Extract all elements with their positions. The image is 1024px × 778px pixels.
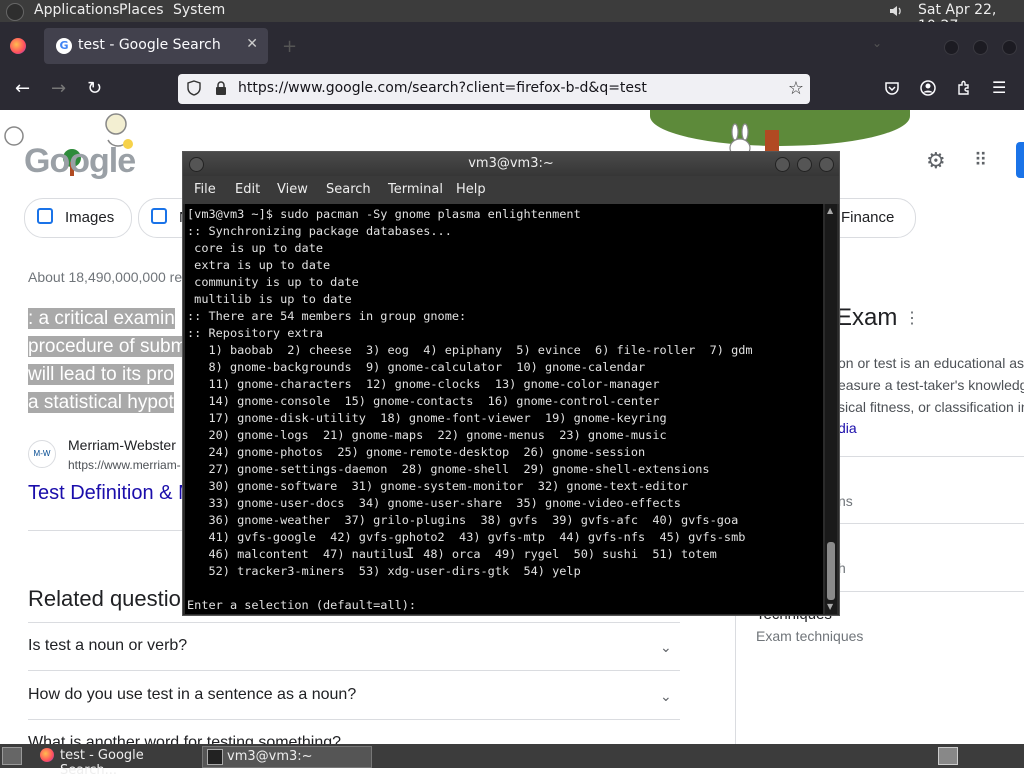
faq-question[interactable]: What is another word for testing somethi… bbox=[28, 734, 341, 744]
chevron-down-icon[interactable]: ⌄ bbox=[660, 688, 672, 705]
reload-button[interactable]: ↻ bbox=[87, 78, 102, 99]
google-favicon-icon: G bbox=[56, 38, 72, 54]
mouse-ibeam-cursor-icon: I bbox=[406, 546, 415, 562]
sign-in-button[interactable] bbox=[1016, 142, 1024, 178]
tab-close-icon[interactable]: ✕ bbox=[246, 36, 258, 52]
taskbar-item-terminal[interactable]: vm3@vm3:~ bbox=[202, 746, 372, 768]
applications-menu[interactable]: Applications bbox=[34, 2, 120, 18]
snippet-line: will lead to its pro bbox=[28, 364, 174, 385]
google-logo[interactable]: Google bbox=[24, 142, 136, 181]
terminal-scrollbar[interactable]: ▲ ▼ bbox=[825, 204, 837, 614]
terminal-titlebar[interactable]: vm3@vm3:~ bbox=[183, 152, 839, 176]
divider bbox=[28, 530, 182, 531]
volume-icon[interactable] bbox=[888, 3, 904, 19]
merriam-webster-favicon-icon: M-W bbox=[28, 440, 56, 468]
news-icon bbox=[151, 208, 167, 224]
firefox-icon bbox=[40, 748, 54, 762]
new-tab-button[interactable]: + bbox=[282, 36, 297, 57]
chip-finance-label: Finance bbox=[841, 209, 895, 226]
divider bbox=[28, 622, 680, 623]
tracking-shield-icon[interactable] bbox=[186, 80, 202, 96]
knowledge-panel-item[interactable]: ns bbox=[838, 493, 853, 509]
terminal-close-button[interactable] bbox=[819, 157, 834, 172]
source-name[interactable]: Merriam-Webster bbox=[68, 437, 176, 453]
techniques-subtitle: Exam techniques bbox=[756, 628, 864, 644]
more-options-icon[interactable]: ⋮ bbox=[904, 308, 920, 328]
terminal-output-area[interactable]: [vm3@vm3 ~]$ sudo pacman -Sy gnome plasm… bbox=[185, 204, 823, 614]
window-menu-button[interactable] bbox=[189, 157, 204, 172]
taskbar-label: test - Google Search... bbox=[60, 748, 144, 778]
results-count: About 18,490,000,000 re bbox=[28, 269, 183, 285]
google-doodle[interactable]: Google bbox=[0, 110, 150, 190]
related-questions-heading: Related questio bbox=[28, 586, 181, 611]
chip-images[interactable]: Images bbox=[24, 198, 132, 238]
pocket-icon[interactable] bbox=[884, 80, 900, 96]
terminal-output[interactable]: [vm3@vm3 ~]$ sudo pacman -Sy gnome plasm… bbox=[185, 204, 823, 614]
image-icon bbox=[37, 208, 53, 224]
faq-question[interactable]: How do you use test in a sentence as a n… bbox=[28, 686, 356, 704]
knowledge-panel-text: easure a test-taker's knowledg bbox=[838, 377, 1024, 393]
terminal-minimize-button[interactable] bbox=[775, 157, 790, 172]
divider bbox=[28, 719, 680, 720]
snippet-line: : a critical examin bbox=[28, 308, 175, 329]
tab-google-search[interactable]: G test - Google Search ✕ bbox=[44, 28, 268, 64]
knowledge-panel-text: sical fitness, or classification in bbox=[838, 399, 1024, 415]
gnome-foot-icon[interactable] bbox=[6, 3, 24, 21]
knowledge-panel-text: on or test is an educational ass bbox=[838, 355, 1024, 371]
google-apps-icon[interactable]: ⠿ bbox=[974, 150, 987, 171]
menu-view[interactable]: View bbox=[277, 182, 308, 197]
menu-file[interactable]: File bbox=[194, 182, 216, 197]
show-desktop-button[interactable] bbox=[2, 747, 22, 765]
snippet-line: a statistical hypot bbox=[28, 392, 174, 413]
scrollbar-thumb[interactable] bbox=[827, 542, 835, 600]
scroll-down-icon[interactable]: ▼ bbox=[827, 602, 833, 611]
settings-gear-icon[interactable]: ⚙ bbox=[926, 148, 946, 174]
maximize-button[interactable] bbox=[973, 40, 988, 55]
faq-question[interactable]: Is test a noun or verb? bbox=[28, 637, 187, 655]
minimize-button[interactable] bbox=[944, 40, 959, 55]
bottom-panel: test - Google Search... vm3@vm3:~ bbox=[0, 744, 1024, 778]
taskbar-item-firefox[interactable]: test - Google Search... bbox=[36, 746, 200, 778]
account-icon[interactable] bbox=[920, 80, 936, 96]
knowledge-panel-title: Exam bbox=[836, 304, 898, 331]
back-button[interactable]: ← bbox=[15, 78, 30, 99]
terminal-icon bbox=[207, 749, 223, 765]
list-all-tabs-icon[interactable]: ⌄ bbox=[872, 36, 882, 50]
menu-edit[interactable]: Edit bbox=[235, 182, 260, 197]
doodle-tree bbox=[650, 110, 910, 146]
lock-icon[interactable] bbox=[214, 80, 228, 96]
snippet-line: procedure of subm bbox=[28, 336, 187, 357]
url-bar[interactable]: https://www.google.com/search?client=fir… bbox=[178, 74, 810, 104]
url-text[interactable]: https://www.google.com/search?client=fir… bbox=[238, 80, 647, 96]
menu-terminal[interactable]: Terminal bbox=[388, 182, 443, 197]
chevron-down-icon[interactable]: ⌄ bbox=[660, 736, 672, 744]
scroll-up-icon[interactable]: ▲ bbox=[827, 206, 833, 215]
result-title-link[interactable]: Test Definition & M bbox=[28, 482, 195, 505]
firefox-navbar: ← → ↻ https://www.google.com/search?clie… bbox=[0, 70, 1024, 110]
system-menu[interactable]: System bbox=[173, 2, 225, 18]
places-menu[interactable]: Places bbox=[119, 2, 164, 18]
workspace-switcher[interactable] bbox=[938, 747, 958, 765]
terminal-window[interactable]: vm3@vm3:~ File Edit View Search Terminal… bbox=[182, 151, 840, 616]
source-url[interactable]: https://www.merriam- bbox=[68, 458, 181, 472]
featured-snippet: : a critical examin procedure of subm wi… bbox=[28, 305, 188, 417]
menu-search[interactable]: Search bbox=[326, 182, 371, 197]
tab-title: test - Google Search bbox=[78, 37, 221, 53]
forward-button[interactable]: → bbox=[51, 78, 66, 99]
terminal-maximize-button[interactable] bbox=[797, 157, 812, 172]
divider bbox=[28, 670, 680, 671]
app-menu-icon[interactable]: ☰ bbox=[992, 78, 1006, 97]
extensions-icon[interactable] bbox=[956, 80, 972, 96]
menu-help[interactable]: Help bbox=[456, 182, 486, 197]
wikipedia-link[interactable]: dia bbox=[838, 420, 857, 436]
chip-images-label: Images bbox=[65, 209, 115, 226]
top-panel: Applications Places System Sat Apr 22, 1… bbox=[0, 0, 1024, 34]
bookmark-star-icon[interactable]: ☆ bbox=[788, 78, 804, 99]
taskbar-label: vm3@vm3:~ bbox=[227, 749, 313, 764]
chevron-down-icon[interactable]: ⌄ bbox=[660, 639, 672, 656]
terminal-menubar: File Edit View Search Terminal Help bbox=[183, 176, 839, 204]
close-window-button[interactable] bbox=[1002, 40, 1017, 55]
terminal-title: vm3@vm3:~ bbox=[468, 156, 554, 171]
firefox-logo-icon bbox=[10, 38, 26, 54]
